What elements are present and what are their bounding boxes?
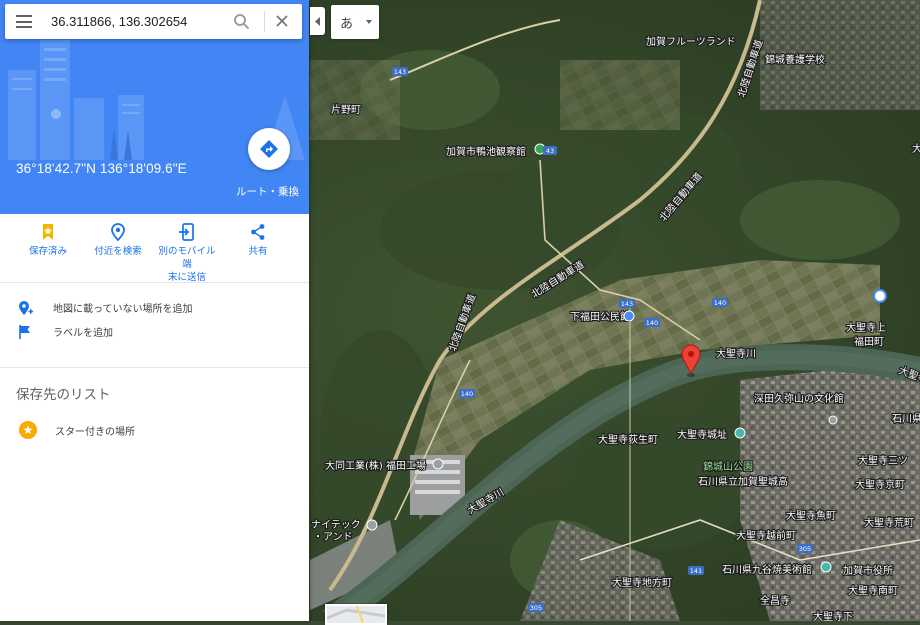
nearby-button[interactable]: 付近を検索 (86, 214, 150, 258)
chevron-down-icon (366, 20, 372, 24)
save-label: 保存済み (28, 246, 67, 257)
saved-lists-title: 保存先のリスト (16, 387, 111, 403)
flag-icon (19, 325, 30, 339)
bookmark-icon (43, 224, 53, 240)
road-shield-label: 140 (714, 299, 726, 307)
star-icon (19, 421, 37, 439)
map-label-shimofukuda[interactable]: 下福田公民館 (569, 309, 631, 324)
add-label-label: ラベルを追加 (53, 328, 113, 339)
map-label-naitec-2: ・アンド (313, 532, 353, 543)
map-label-kyomachi: 大聖寺京町 (855, 478, 905, 491)
divider (0, 367, 309, 368)
map-label-ogyu: 大聖寺荻生町 (598, 433, 658, 446)
search-divider (264, 11, 265, 32)
map-label-fruit-land[interactable]: 加賀フルーツランド (645, 35, 737, 49)
send-to-phone-icon (179, 223, 194, 241)
road-shield-label: 143 (394, 68, 406, 76)
map-label-kutani[interactable]: 石川県九谷焼美術館 (721, 562, 813, 577)
map-label-mitsu: 大聖寺三ツ (858, 454, 908, 467)
directions-icon (260, 140, 278, 158)
map-label-koshi: 大聖寺越前町 (736, 529, 796, 542)
map-label-kamoike[interactable]: 加賀市鴨池観察館 (445, 144, 527, 159)
map-label-river: 大聖寺川 (716, 347, 756, 360)
add-place-icon (19, 301, 33, 315)
layer-toggle[interactable] (325, 604, 387, 625)
map-label-daido[interactable]: 大同工業(株) 福田工場 (324, 458, 427, 473)
map-label-fukada[interactable]: 深田久弥山の文化館 (753, 391, 845, 406)
map-label-naitec[interactable]: ナイテック (310, 518, 362, 532)
map-label-city-hall[interactable]: 加賀市役所 (842, 563, 894, 578)
map-label-edge: 大 (912, 142, 920, 155)
search-icon[interactable] (233, 13, 250, 30)
starred-places-item[interactable]: スター付きの場所 (0, 418, 309, 444)
road-shield-label: 140 (646, 319, 658, 327)
starred-places-label: スター付きの場所 (55, 427, 135, 438)
map-label-castle[interactable]: 大聖寺城址 (676, 427, 728, 442)
menu-icon[interactable] (16, 15, 32, 28)
directions-button[interactable] (248, 128, 290, 170)
input-tools-button[interactable]: あ (331, 5, 379, 39)
share-icon (251, 224, 265, 240)
collapse-panel-button[interactable] (310, 7, 325, 35)
send-to-phone-label-1: 別のモバイル端 (158, 246, 216, 270)
map-label-uomachi: 大聖寺魚町 (786, 509, 836, 522)
chevron-left-icon (314, 16, 320, 26)
share-button[interactable]: 共有 (226, 214, 290, 258)
action-row: 保存済み 付近を検索 別のモバイル端 末に送信 共有 (0, 214, 309, 284)
side-panel: 36°18'42.7"N 136°18'09.6"E ルート・乗換 保 (0, 0, 309, 621)
map-label-daishoji-town: 大聖寺上 (846, 321, 886, 334)
ime-label: あ (340, 17, 354, 32)
map-label-minami: 大聖寺南町 (848, 584, 898, 597)
add-place-label: 地図に載っていない場所を追加 (53, 304, 193, 315)
place-coordinates: 36°18'42.7"N 136°18'09.6"E (16, 161, 187, 176)
map-thumbnail (327, 606, 385, 623)
road-shield-label: 305 (799, 545, 811, 553)
add-missing-place[interactable]: 地図に載っていない場所を追加 (0, 296, 309, 320)
road-shield-label: 43 (546, 147, 554, 155)
directions-label[interactable]: ルート・乗換 (236, 184, 299, 199)
save-button[interactable]: 保存済み (16, 214, 80, 258)
share-label: 共有 (248, 246, 268, 257)
map-label-arako: 大聖寺荒町 (864, 516, 914, 529)
map-label-nishiki-park[interactable]: 錦城山公園 (702, 459, 754, 474)
divider (0, 282, 309, 283)
map-label-katano[interactable]: 片野町 (330, 102, 362, 117)
map-label-daishoji-bottom: 大聖寺下 (813, 610, 853, 621)
road-shield-label: 143 (621, 300, 633, 308)
search-input[interactable] (51, 12, 223, 31)
nearby-label: 付近を検索 (94, 246, 142, 257)
road-shield-label: 305 (530, 604, 542, 612)
map-label-ishikawa-edge: 石川県 (892, 413, 920, 425)
nearby-icon (111, 223, 125, 241)
close-icon[interactable] (275, 14, 289, 28)
send-to-phone-button[interactable]: 別のモバイル端 末に送信 (155, 214, 219, 284)
map-label-chihou: 大聖寺地方町 (612, 576, 672, 589)
map-label-fukuda-town: 福田町 (854, 335, 884, 348)
map-label-zenshoji[interactable]: 全昌寺 (759, 593, 791, 608)
map-label-nabejo-school[interactable]: 錦城養護学校 (764, 52, 826, 67)
road-shield-label: 141 (690, 567, 702, 575)
map-label-ishikawa-hs[interactable]: 石川県立加賀聖城高 (697, 474, 789, 489)
search-box (5, 4, 302, 39)
road-shield-label: 140 (461, 390, 473, 398)
add-label[interactable]: ラベルを追加 (0, 320, 309, 344)
